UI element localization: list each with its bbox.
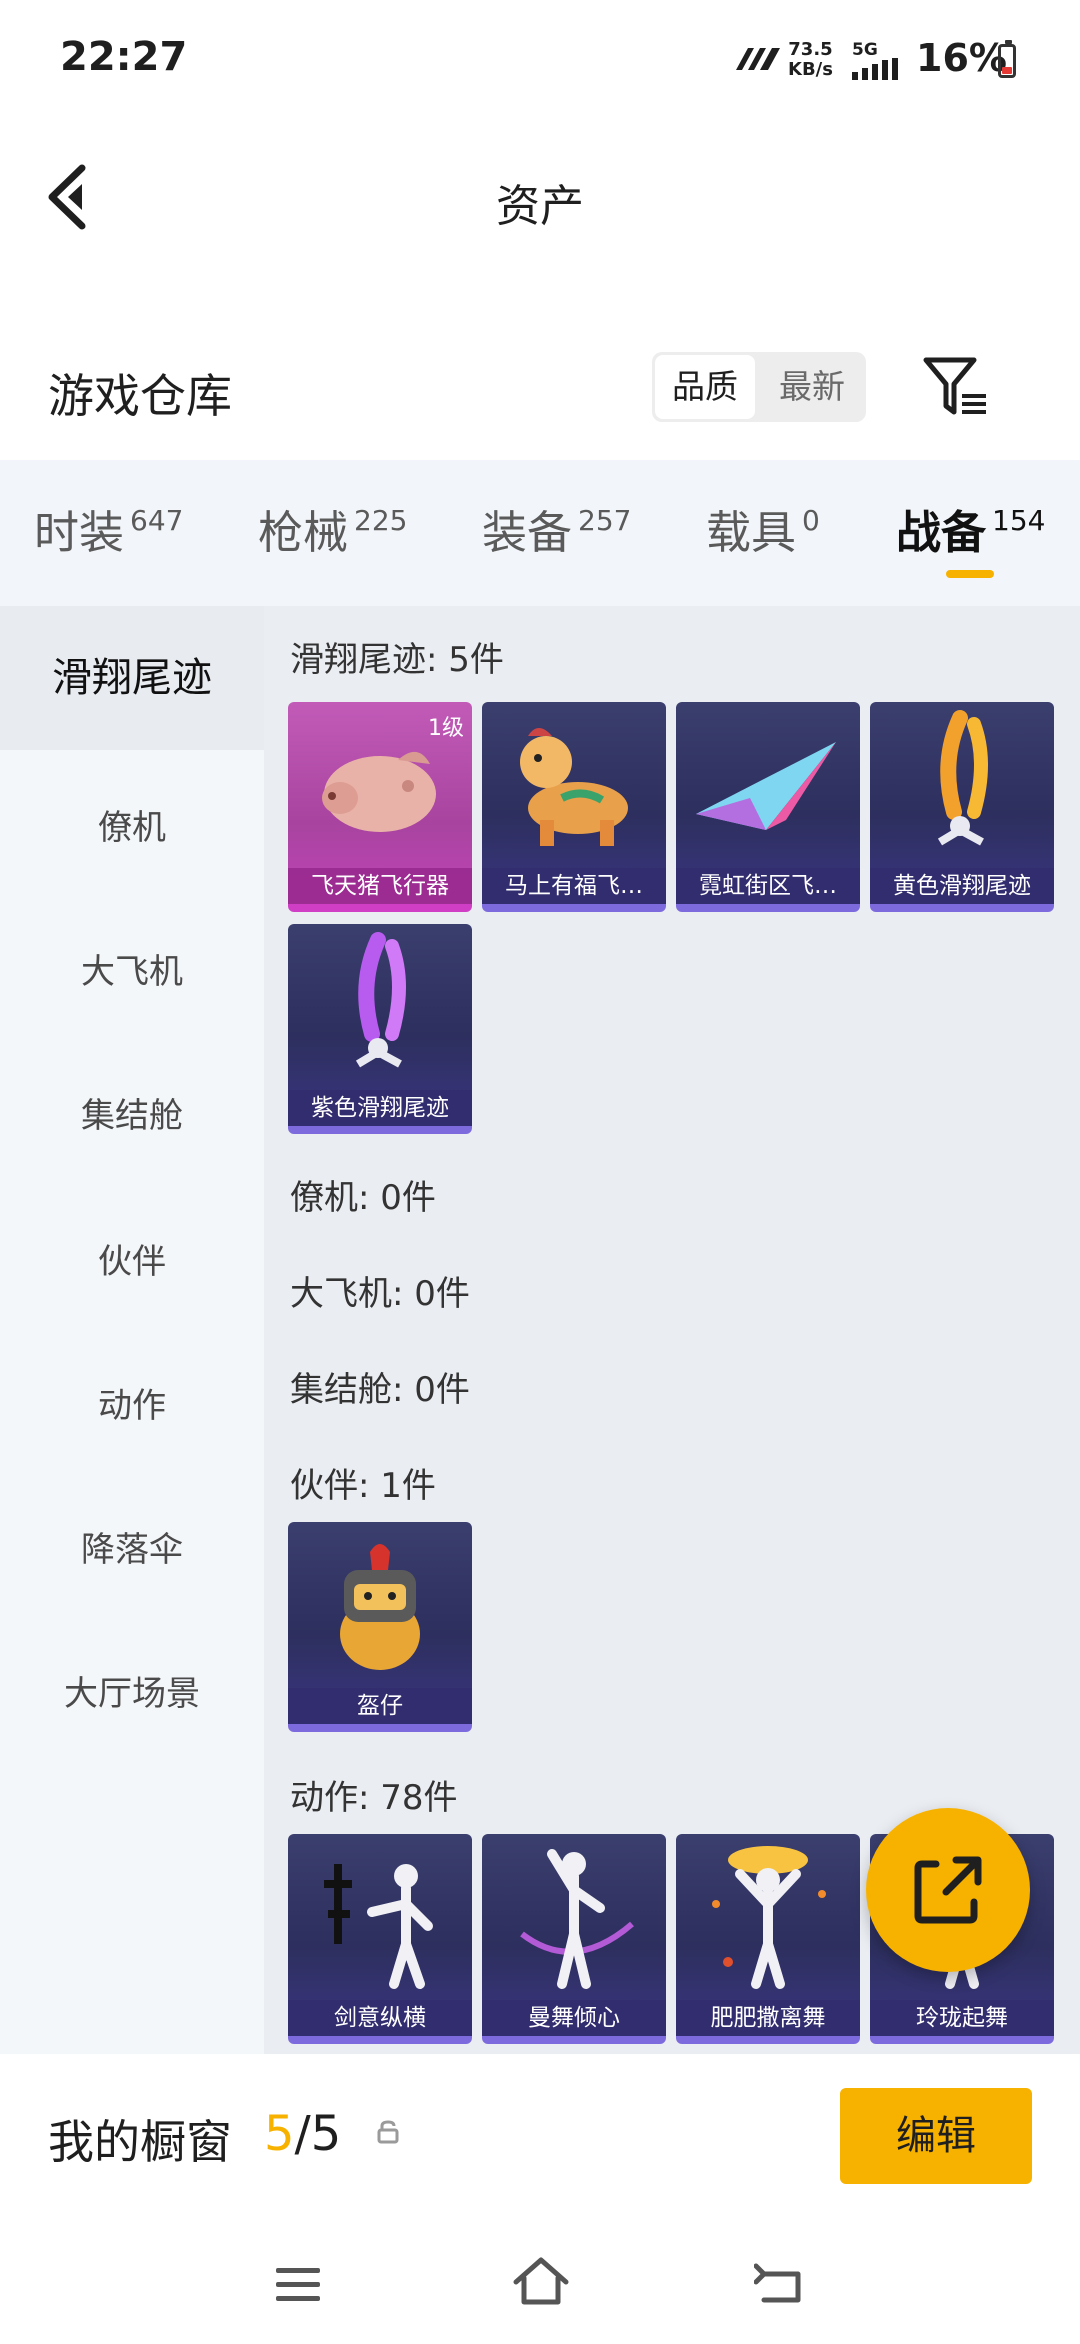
item-card[interactable]: 肥肥撒离舞 (676, 1834, 860, 2044)
tab-guns[interactable]: 枪械 225 (258, 496, 407, 561)
sidebar-item-big-plane[interactable]: 大飞机 (0, 944, 264, 993)
tab-count: 647 (130, 504, 184, 537)
sidebar-item-parachute[interactable]: 降落伞 (0, 1522, 264, 1571)
menu-icon[interactable] (274, 2264, 324, 2304)
showcase-separator: / (294, 2106, 311, 2162)
item-card[interactable]: 盔仔 (288, 1522, 472, 1732)
tab-label: 装备 (482, 506, 573, 559)
share-fab-button[interactable] (866, 1808, 1030, 1972)
yellow-trail-image (937, 710, 988, 846)
back-nav-icon[interactable] (754, 2262, 806, 2306)
tab-count: 154 (992, 504, 1046, 537)
gold-dance-image (712, 1846, 826, 1989)
sidebar-item-pod[interactable]: 集结舱 (0, 1088, 264, 1137)
sidebar-item-companion[interactable]: 伙伴 (0, 1234, 264, 1283)
item-card[interactable]: 黄色滑翔尾迹 (870, 702, 1054, 912)
item-name: 剑意纵横 (288, 2000, 472, 2036)
tab-count: 0 (802, 504, 820, 537)
section-title-emote: 动作: 78件 (290, 1778, 458, 1818)
home-icon[interactable] (512, 2256, 570, 2306)
sidebar-item-emote[interactable]: 动作 (0, 1378, 264, 1427)
purple-trail-image (355, 932, 406, 1068)
tab-label: 载具 (706, 506, 797, 559)
item-card[interactable]: 剑意纵横 (288, 1834, 472, 2044)
sort-quality-option[interactable]: 品质 (655, 355, 755, 419)
net-speed: 73.5 KB/s (788, 40, 833, 80)
item-name: 霓虹街区飞… (676, 868, 860, 904)
item-card[interactable]: 霓虹街区飞… (676, 702, 860, 912)
sidebar-item-wingman[interactable]: 僚机 (0, 800, 264, 849)
tab-active-indicator (946, 570, 994, 578)
neon-paper-plane-image (696, 742, 836, 830)
tab-combat-gear[interactable]: 战备 154 (896, 496, 1045, 561)
net-speed-value: 73.5 (788, 39, 833, 60)
item-name: 马上有福飞… (482, 868, 666, 904)
cell-signal-icon (852, 58, 898, 80)
showcase-count: 5/5 (264, 2106, 341, 2162)
share-external-icon (914, 1856, 982, 1924)
item-name: 曼舞倾心 (482, 2000, 666, 2036)
item-card[interactable]: 曼舞倾心 (482, 1834, 666, 2044)
graceful-dance-image (520, 1849, 634, 1989)
tab-equipment[interactable]: 装备 257 (482, 496, 631, 561)
system-nav-bar (0, 2204, 1080, 2344)
filter-icon (923, 357, 986, 415)
status-time: 22:27 (60, 34, 188, 80)
tab-label: 战备 (896, 506, 987, 559)
section-title-companion: 伙伴: 1件 (290, 1466, 436, 1506)
battery-icon (998, 40, 1016, 78)
filter-button[interactable] (920, 354, 992, 420)
item-name: 肥肥撒离舞 (676, 2000, 860, 2036)
item-name: 玲珑起舞 (870, 2000, 1054, 2036)
item-name: 盔仔 (288, 1688, 472, 1724)
category-tabs: 时装 647 枪械 225 装备 257 载具 0 战备 154 (0, 460, 1080, 606)
section-title-big-plane: 大飞机: 0件 (290, 1274, 470, 1314)
sidebar-item-glide-trail[interactable]: 滑翔尾迹 (0, 606, 264, 750)
item-card[interactable]: 1级 飞天猪飞行器 (288, 702, 472, 912)
edit-button[interactable]: 编辑 (840, 2088, 1032, 2184)
horse-image (520, 728, 628, 846)
item-name: 紫色滑翔尾迹 (288, 1090, 472, 1126)
item-card[interactable]: 马上有福飞… (482, 702, 666, 912)
item-name: 黄色滑翔尾迹 (870, 868, 1054, 904)
sword-dance-image (324, 1864, 433, 1989)
status-bar: 22:27 73.5 KB/s 5G 16% (0, 0, 1080, 120)
lock-icon (377, 2120, 399, 2144)
item-name: 飞天猪飞行器 (288, 868, 472, 904)
section-title-wingman: 僚机: 0件 (290, 1178, 436, 1218)
showcase-label: 我的橱窗 (48, 2115, 232, 2169)
item-level-badge: 1级 (428, 716, 464, 741)
tab-label: 枪械 (258, 506, 349, 559)
signal-brand-icon (736, 48, 780, 70)
warehouse-title: 游戏仓库 (48, 369, 232, 423)
tab-count: 225 (354, 504, 408, 537)
tab-fashion[interactable]: 时装 647 (34, 496, 183, 561)
sidebar-item-lobby-scene[interactable]: 大厅场景 (0, 1666, 264, 1715)
network-type: 5G (852, 40, 878, 60)
showcase-current: 5 (264, 2106, 295, 2162)
tab-count: 257 (578, 504, 632, 537)
tab-vehicles[interactable]: 载具 0 (706, 496, 820, 561)
showcase-total: 5 (310, 2106, 342, 2162)
sort-newest-option[interactable]: 最新 (758, 352, 866, 422)
net-speed-unit: KB/s (788, 59, 833, 80)
section-title-pod: 集结舱: 0件 (290, 1370, 470, 1410)
battery-percent: 16% (916, 36, 1007, 80)
helmet-chick-image (340, 1544, 420, 1670)
tab-label: 时装 (34, 506, 125, 559)
page-title: 资产 (496, 181, 584, 232)
sort-toggle: 品质 最新 (652, 352, 866, 422)
item-card[interactable]: 紫色滑翔尾迹 (288, 924, 472, 1134)
section-title-glide-trail: 滑翔尾迹: 5件 (290, 640, 504, 680)
